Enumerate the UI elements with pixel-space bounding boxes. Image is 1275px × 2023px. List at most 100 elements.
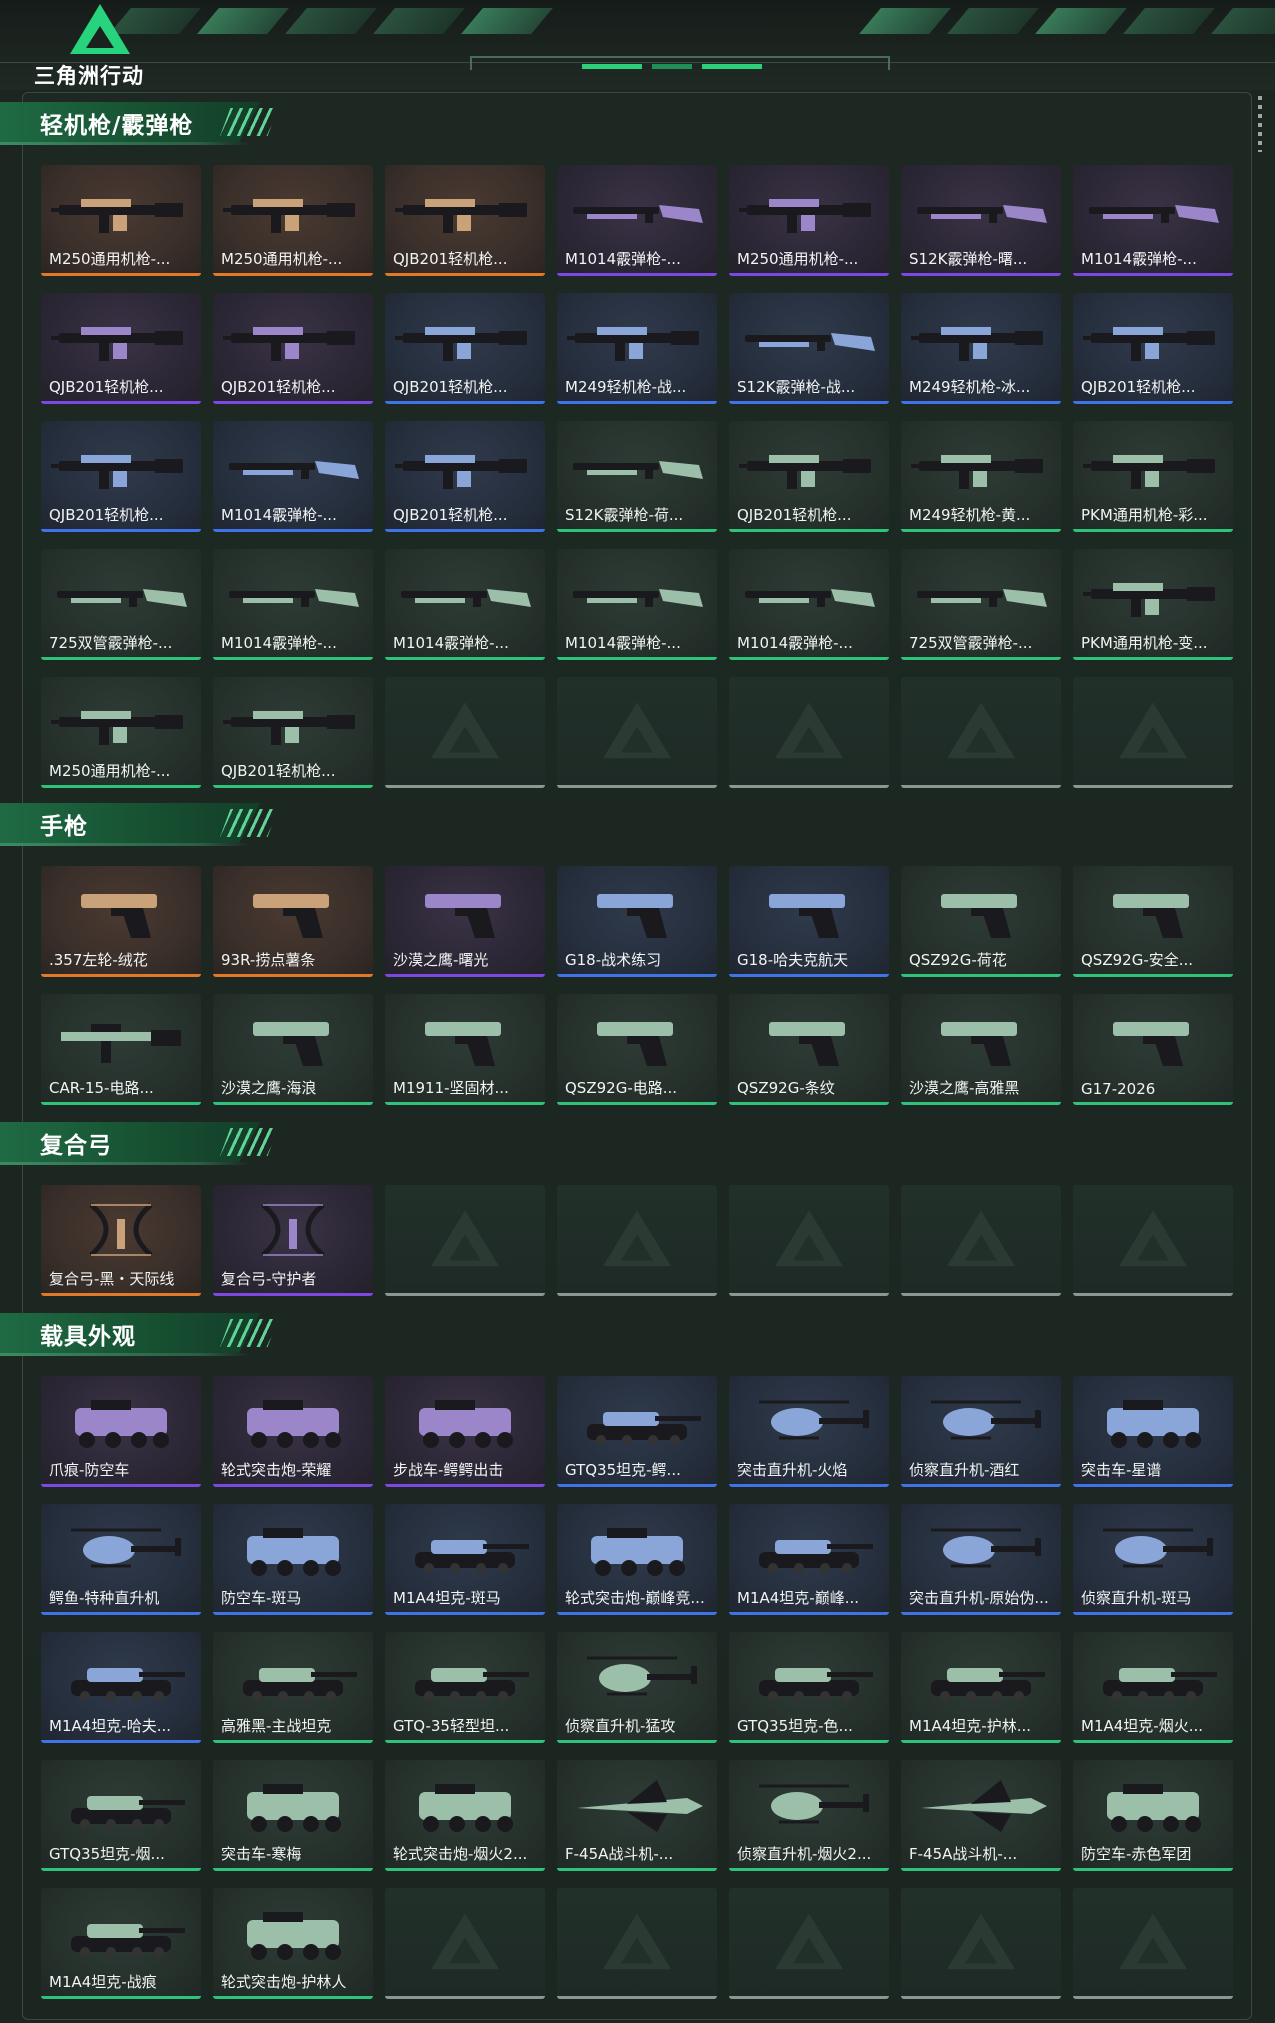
- skin-card[interactable]: 93R-捞点薯条: [213, 866, 373, 977]
- skin-card[interactable]: QSZ92G-荷花: [901, 866, 1061, 977]
- skin-card[interactable]: GTQ-35轻型坦...: [385, 1632, 545, 1743]
- skin-card[interactable]: 轮式突击炮-巅峰竞...: [557, 1504, 717, 1615]
- skin-card[interactable]: M1A4坦克-哈夫...: [41, 1632, 201, 1743]
- shotgun-icon: [745, 333, 875, 351]
- skin-card[interactable]: QSZ92G-安全...: [1073, 866, 1233, 977]
- skin-card[interactable]: M250通用机枪-...: [41, 165, 201, 276]
- skin-card[interactable]: 侦察直升机-猛攻: [557, 1632, 717, 1743]
- rarity-bar: [1073, 785, 1233, 788]
- skin-card[interactable]: M250通用机枪-...: [729, 165, 889, 276]
- skin-card[interactable]: 突击直升机-原始伪...: [901, 1504, 1061, 1615]
- skin-card[interactable]: QJB201轻机枪...: [41, 421, 201, 532]
- shotgun-icon: [573, 461, 703, 479]
- skin-card[interactable]: 侦察直升机-酒红: [901, 1376, 1061, 1487]
- skin-card[interactable]: G18-哈夫克航天: [729, 866, 889, 977]
- skin-card[interactable]: 复合弓-守护者: [213, 1185, 373, 1296]
- scrollbar[interactable]: [1258, 96, 1262, 152]
- skin-card[interactable]: M250通用机枪-...: [213, 165, 373, 276]
- skin-card[interactable]: GTQ35坦克-烟...: [41, 1760, 201, 1871]
- skin-card[interactable]: QJB201轻机枪...: [41, 293, 201, 404]
- skin-card[interactable]: S12K霰弹枪-战...: [729, 293, 889, 404]
- skin-card[interactable]: 复合弓-黑・天际线: [41, 1185, 201, 1296]
- skin-name: QSZ92G-荷花: [909, 951, 1007, 969]
- skin-card[interactable]: S12K霰弹枪-荷...: [557, 421, 717, 532]
- skin-card[interactable]: M250通用机枪-...: [41, 677, 201, 788]
- rarity-bar: [213, 1612, 373, 1615]
- skin-card[interactable]: M1A4坦克-烟火...: [1073, 1632, 1233, 1743]
- skin-card[interactable]: .357左轮-绒花: [41, 866, 201, 977]
- skin-card[interactable]: 高雅黑-主战坦克: [213, 1632, 373, 1743]
- rarity-bar: [901, 974, 1061, 977]
- skin-card[interactable]: F-45A战斗机-...: [901, 1760, 1061, 1871]
- skin-card[interactable]: 725双管霰弹枪-...: [901, 549, 1061, 660]
- pistol-icon: [425, 894, 501, 938]
- skin-card[interactable]: M1A4坦克-护林...: [901, 1632, 1061, 1743]
- skin-card[interactable]: QJB201轻机枪...: [729, 421, 889, 532]
- skin-name: M1014霰弹枪-...: [1081, 250, 1197, 268]
- skin-card[interactable]: 725双管霰弹枪-...: [41, 549, 201, 660]
- skin-card[interactable]: PKM通用机枪-彩...: [1073, 421, 1233, 532]
- skin-card[interactable]: 沙漠之鹰-海浪: [213, 994, 373, 1105]
- skin-card[interactable]: M1014霰弹枪-...: [557, 549, 717, 660]
- skin-card[interactable]: 突击车-寒梅: [213, 1760, 373, 1871]
- skin-card[interactable]: M249轻机枪-战...: [557, 293, 717, 404]
- rarity-bar: [213, 273, 373, 276]
- skin-card[interactable]: M1014霰弹枪-...: [385, 549, 545, 660]
- skin-card[interactable]: S12K霰弹枪-曙...: [901, 165, 1061, 276]
- skin-card[interactable]: M1A4坦克-战痕: [41, 1888, 201, 1999]
- skin-card[interactable]: M1911-坚固材...: [385, 994, 545, 1105]
- shotgun-icon: [229, 589, 359, 607]
- tank-icon: [71, 1796, 185, 1829]
- skin-card[interactable]: GTQ35坦克-鳄...: [557, 1376, 717, 1487]
- skin-card[interactable]: GTQ35坦克-色...: [729, 1632, 889, 1743]
- section-title: 载具外观: [40, 1324, 136, 1350]
- skin-card[interactable]: 防空车-赤色军团: [1073, 1760, 1233, 1871]
- skin-card[interactable]: M1014霰弹枪-...: [557, 165, 717, 276]
- skin-card[interactable]: QSZ92G-条纹: [729, 994, 889, 1105]
- skin-card[interactable]: QJB201轻机枪...: [213, 677, 373, 788]
- skin-card[interactable]: M1A4坦克-斑马: [385, 1504, 545, 1615]
- rarity-bar: [729, 1102, 889, 1105]
- rarity-bar: [41, 1102, 201, 1105]
- skin-card[interactable]: G18-战术练习: [557, 866, 717, 977]
- skin-card[interactable]: CAR-15-电路...: [41, 994, 201, 1105]
- skin-card[interactable]: G17-2026: [1073, 994, 1233, 1105]
- skin-card[interactable]: M249轻机枪-黄...: [901, 421, 1061, 532]
- skin-card[interactable]: 侦察直升机-斑马: [1073, 1504, 1233, 1615]
- skin-card[interactable]: PKM通用机枪-变...: [1073, 549, 1233, 660]
- skin-card[interactable]: 沙漠之鹰-曙光: [385, 866, 545, 977]
- skin-card[interactable]: 突击直升机-火焰: [729, 1376, 889, 1487]
- skin-card[interactable]: QJB201轻机枪...: [213, 293, 373, 404]
- skin-card[interactable]: 轮式突击炮-护林人: [213, 1888, 373, 1999]
- skin-name: QJB201轻机枪...: [1081, 378, 1196, 396]
- skin-card[interactable]: 轮式突击炮-荣耀: [213, 1376, 373, 1487]
- skin-card[interactable]: 步战车-鳄鳄出击: [385, 1376, 545, 1487]
- skin-name: G18-战术练习: [565, 951, 662, 969]
- skin-card[interactable]: 鳄鱼-特种直升机: [41, 1504, 201, 1615]
- skin-card[interactable]: 爪痕-防空车: [41, 1376, 201, 1487]
- skin-card[interactable]: 侦察直升机-烟火2...: [729, 1760, 889, 1871]
- skin-card[interactable]: QJB201轻机枪...: [1073, 293, 1233, 404]
- skin-name: F-45A战斗机-...: [909, 1845, 1018, 1863]
- skin-card[interactable]: 防空车-斑马: [213, 1504, 373, 1615]
- skin-card[interactable]: M1014霰弹枪-...: [1073, 165, 1233, 276]
- rarity-bar: [385, 1293, 545, 1296]
- skin-card[interactable]: 轮式突击炮-烟火2...: [385, 1760, 545, 1871]
- skin-card[interactable]: M1014霰弹枪-...: [213, 421, 373, 532]
- skin-card[interactable]: F-45A战斗机-...: [557, 1760, 717, 1871]
- skin-card[interactable]: M1A4坦克-巅峰...: [729, 1504, 889, 1615]
- skin-card[interactable]: 沙漠之鹰-高雅黑: [901, 994, 1061, 1105]
- skin-name: QJB201轻机枪...: [393, 506, 508, 524]
- rarity-bar: [385, 529, 545, 532]
- skin-card[interactable]: 突击车-星谱: [1073, 1376, 1233, 1487]
- skin-card[interactable]: M1014霰弹枪-...: [213, 549, 373, 660]
- skin-name: M1911-坚固材...: [393, 1079, 509, 1097]
- skin-name: M1014霰弹枪-...: [737, 634, 853, 652]
- skin-card[interactable]: QJB201轻机枪...: [385, 293, 545, 404]
- skin-card[interactable]: QJB201轻机枪...: [385, 421, 545, 532]
- skin-card[interactable]: M249轻机枪-冰...: [901, 293, 1061, 404]
- skin-card[interactable]: QJB201轻机枪...: [385, 165, 545, 276]
- skin-card[interactable]: M1014霰弹枪-...: [729, 549, 889, 660]
- apc-icon: [1107, 1784, 1201, 1832]
- skin-card[interactable]: QSZ92G-电路...: [557, 994, 717, 1105]
